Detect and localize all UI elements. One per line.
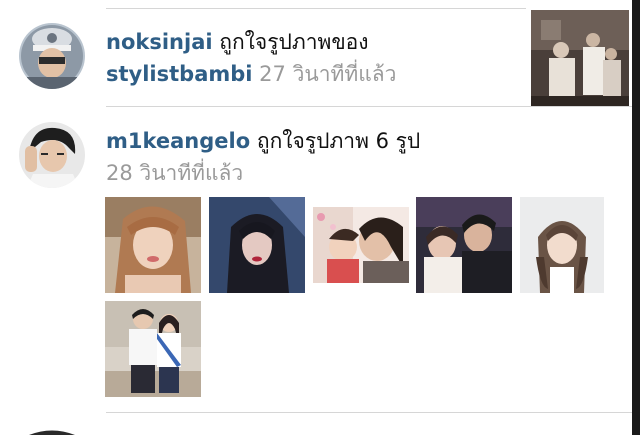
liked-photo-thumbnail-6[interactable] (105, 301, 201, 397)
activity-line-2: 28 วินาทีที่แล้ว (106, 163, 243, 184)
row-divider (106, 106, 632, 107)
username-link[interactable]: noksinjai (106, 30, 213, 54)
row-divider (106, 412, 632, 413)
liked-photo-thumbnail-5[interactable] (520, 197, 604, 293)
timestamp: 28 วินาทีที่แล้ว (106, 161, 244, 185)
timestamp: 27 วินาทีที่แล้ว (259, 62, 397, 86)
activity-line-1: noksinjai ถูกใจรูปภาพของ (106, 32, 369, 53)
liked-photo-thumbnail-2[interactable] (209, 197, 305, 293)
top-divider (106, 8, 526, 9)
username-link[interactable]: m1keangelo (106, 129, 250, 153)
activity-text: ถูกใจรูปภาพ 6 รูป (256, 129, 421, 153)
liked-photo-thumbnail[interactable] (531, 10, 629, 106)
liked-photo-thumbnail-1[interactable] (105, 197, 201, 293)
screen-edge (632, 0, 640, 435)
activity-line-1: m1keangelo ถูกใจรูปภาพ 6 รูป (106, 131, 420, 152)
user-avatar-m1keangelo[interactable] (19, 122, 85, 188)
activity-line-2: stylistbambi 27 วินาทีที่แล้ว (106, 64, 396, 85)
user-avatar-noksinjai[interactable] (19, 23, 85, 89)
activity-text: ถูกใจรูปภาพของ (219, 30, 369, 54)
user-avatar-next[interactable] (19, 428, 85, 435)
target-username-link[interactable]: stylistbambi (106, 62, 252, 86)
liked-photo-thumbnail-3[interactable] (313, 207, 409, 283)
liked-photo-thumbnail-4[interactable] (416, 197, 512, 293)
